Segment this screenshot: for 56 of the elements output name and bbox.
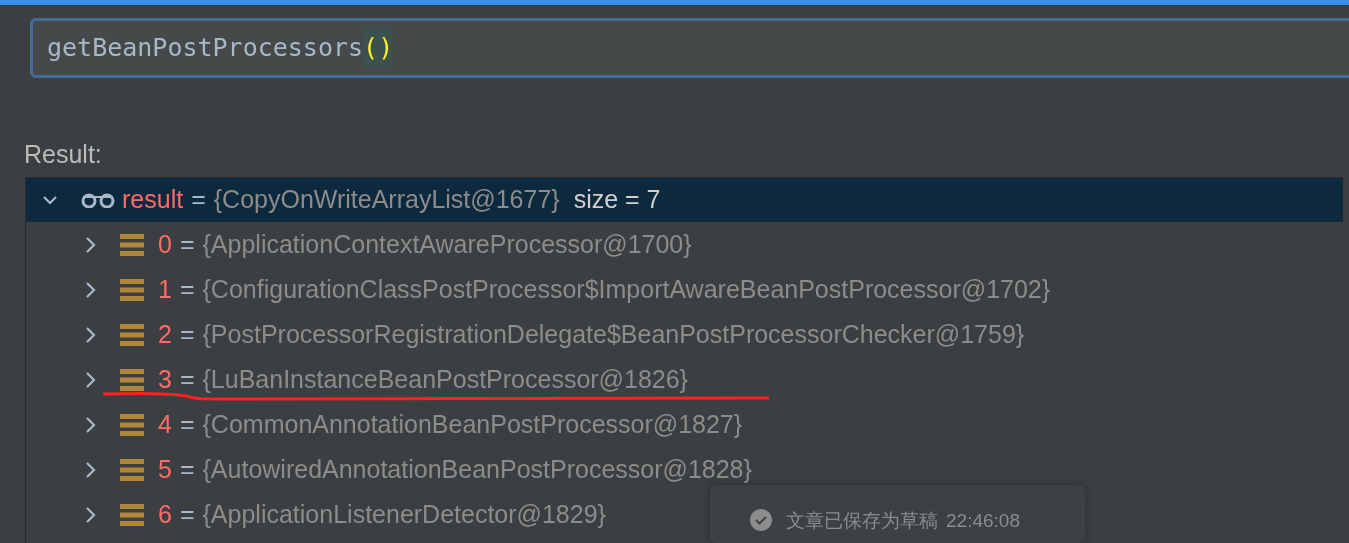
equals-sign: = — [179, 273, 195, 305]
tree-row[interactable]: 4 = {CommonAnnotationBeanPostProcessor@1827} — [26, 402, 747, 447]
tree-row[interactable]: 5 = {AutowiredAnnotationBeanPostProcessor@1828} — [26, 447, 756, 492]
tree-row[interactable]: 0 = {ApplicationContextAwareProcessor@1700} — [26, 222, 696, 267]
collapse-icon[interactable] — [42, 194, 58, 206]
equals-sign: = — [179, 498, 195, 530]
list-item-icon — [120, 413, 144, 436]
expression-field[interactable]: getBeanPostProcessors() — [30, 18, 1349, 78]
variable-name: result — [122, 184, 184, 216]
equals-sign: = — [191, 184, 206, 216]
variable-value: {CopyOnWriteArrayList@1677} — [213, 184, 560, 216]
element-value: {ApplicationContextAwareProcessor@1700} — [202, 228, 692, 260]
tree-row[interactable]: 1 = {ConfigurationClassPostProcessor$ImportAwareBeanPostProcessor@1702} — [26, 267, 1055, 312]
parentheses: () — [363, 29, 394, 67]
equals-sign: = — [179, 318, 195, 350]
equals-sign: = — [179, 453, 195, 485]
expression-text: getBeanPostProcessors — [47, 32, 364, 65]
expand-icon[interactable] — [84, 280, 96, 299]
equals-sign: = — [179, 408, 195, 440]
element-value: {CommonAnnotationBeanPostProcessor@1827} — [202, 408, 743, 440]
toast-time: 22:46:08 — [946, 509, 1020, 533]
expand-icon[interactable] — [84, 415, 96, 434]
element-index: 6 — [158, 498, 172, 530]
element-value: {AutowiredAnnotationBeanPostProcessor@1828} — [202, 453, 752, 485]
element-index: 4 — [158, 408, 172, 440]
size-text: size = 7 — [573, 184, 661, 216]
expand-icon[interactable] — [84, 235, 96, 254]
element-index: 0 — [158, 228, 172, 260]
expand-icon[interactable] — [84, 370, 96, 389]
tree-row[interactable]: 3 = {LuBanInstanceBeanPostProcessor@1826} — [26, 357, 776, 402]
list-item-icon — [120, 233, 144, 256]
list-item-icon — [120, 458, 144, 481]
expand-icon[interactable] — [84, 505, 96, 524]
result-label: Result: — [24, 140, 102, 168]
element-value: {LuBanInstanceBeanPostProcessor@1826} — [202, 363, 688, 395]
expand-icon[interactable] — [84, 460, 96, 479]
element-index: 2 — [158, 318, 172, 350]
element-value: {ConfigurationClassPostProcessor$ImportAwareBeanPostProcessor@1702} — [202, 273, 1051, 305]
equals-sign: = — [179, 228, 195, 260]
toast-message: 文章已保存为草稿 — [786, 509, 938, 533]
list-item-icon — [120, 278, 144, 301]
check-circle-icon — [750, 509, 772, 531]
element-value: {PostProcessorRegistrationDelegate$BeanPostProcessorChecker@1759} — [202, 318, 1025, 350]
list-item-icon — [120, 323, 144, 346]
element-index: 1 — [158, 273, 172, 305]
element-value: {ApplicationListenerDetector@1829} — [202, 498, 606, 530]
element-index: 3 — [158, 363, 172, 395]
tree-row[interactable]: 2 = {PostProcessorRegistrationDelegate$BeanPostProcessorChecker@1759} — [26, 312, 1029, 357]
list-item-icon — [120, 368, 144, 391]
list-item-icon — [120, 503, 144, 526]
expand-icon[interactable] — [84, 325, 96, 344]
equals-sign: = — [179, 363, 195, 395]
tree-row[interactable]: result = {CopyOnWriteArrayList@1677} size = 7 — [26, 178, 1343, 222]
tree-row[interactable]: 6 = {ApplicationListenerDetector@1829} — [26, 492, 610, 537]
watch-icon — [80, 192, 116, 208]
element-index: 5 — [158, 453, 172, 485]
